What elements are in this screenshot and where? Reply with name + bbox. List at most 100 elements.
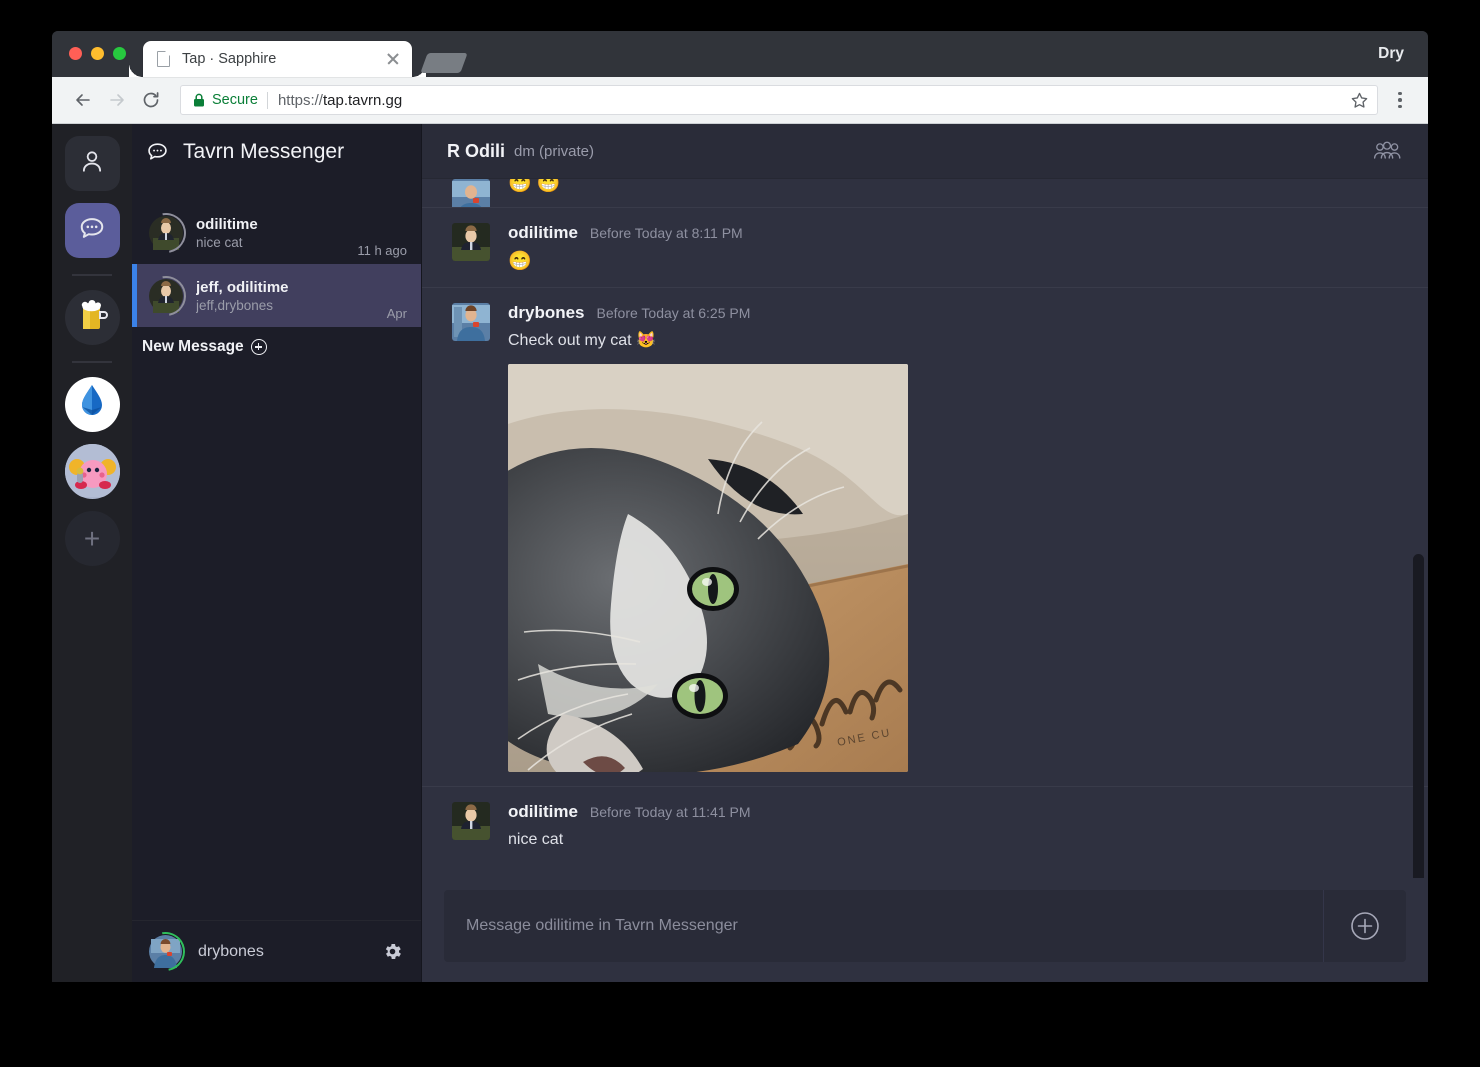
message-timestamp: Before Today at 8:11 PM [589,225,743,241]
three-dot-menu-icon[interactable] [1386,91,1414,109]
message-scrollbar[interactable] [1413,554,1424,878]
message-author[interactable]: drybones [508,303,585,323]
message-timestamp: Before Today at 11:41 PM [589,803,751,820]
maximize-window-button[interactable] [113,47,126,60]
rail-divider [72,361,112,363]
people-group-icon[interactable] [1372,140,1402,162]
message-item: drybones Before Today at 6:25 PM Check o… [422,287,1428,786]
current-user-name: drybones [198,942,264,960]
minimize-window-button[interactable] [91,47,104,60]
chat-bubble-icon [78,214,106,247]
chat-subtitle: dm (private) [514,142,595,160]
avatar [452,223,490,261]
message-header: drybones Before Today at 6:25 PM [508,303,1398,323]
server-rail: + [52,124,132,982]
list-item[interactable]: jeff, odilitime jeff,drybones Apr [132,264,421,327]
message-emoji: 😁 [508,251,532,272]
url-host: tap.tavrn.gg [322,91,403,109]
sidebar-item-kirby-server[interactable] [64,444,120,499]
message-input-placeholder: Message odilitime in Tavrn Messenger [466,917,738,934]
browser-tab[interactable]: Tap · Sapphire [143,41,426,77]
omnibox-divider [266,91,268,109]
conversation-name: odilitime [196,215,258,233]
conversation-timestamp: 11 h ago [357,243,407,258]
message-author[interactable]: odilitime [508,223,578,243]
page-title: R Odili [447,140,505,161]
browser-titlebar: Tap · Sapphire Dry [52,31,1428,77]
status-ring [138,204,194,261]
message-text: nice cat [508,830,564,848]
list-item[interactable]: odilitime nice cat 11 h ago [132,201,421,264]
beer-mug-icon [72,295,112,340]
avatar [452,303,490,341]
conversation-preview: jeff,drybones [196,297,274,313]
message-header: odilitime Before Today at 8:11 PM [508,223,1398,243]
close-icon[interactable] [384,50,402,68]
message-emoji: 😁 😁 [508,179,561,194]
new-message-label: New Message [142,338,244,355]
avatar[interactable] [138,924,193,979]
message-list[interactable]: 😁 😁 odilitime Before Today at 8:11 PM 😁 … [422,179,1428,878]
plus-circle-icon [250,339,267,355]
gear-icon[interactable] [382,941,403,962]
message-item: odilitime Before Today at 11:41 PM nice … [422,785,1428,865]
message-body: odilitime Before Today at 11:41 PM nice … [508,802,1398,851]
page-icon [157,51,170,67]
avatar [452,179,490,207]
chat-panel: R Odili dm (private) 😁 😁 odilitime Befor… [422,124,1428,982]
message-item: 😁 😁 [422,179,1428,207]
reload-icon[interactable] [134,83,168,117]
message-body: drybones Before Today at 6:25 PM Check o… [508,303,1398,772]
new-message-button[interactable]: New Message [132,327,421,367]
kirby-avatar-icon [64,444,120,499]
chat-bubble-icon [146,140,169,163]
forward-arrow-icon [100,83,134,117]
chat-header: R Odili dm (private) [422,124,1428,179]
message-body: odilitime Before Today at 8:11 PM 😁 [508,223,1398,273]
add-server-button[interactable]: + [64,511,120,566]
list-item-text: odilitime nice cat [196,216,344,250]
message-input[interactable]: Message odilitime in Tavrn Messenger [444,890,1406,962]
avatar [452,801,490,840]
browser-toolbar: Secure https://tap.tavrn.gg [52,77,1428,124]
sidebar-item-tavrn-server[interactable] [64,290,120,345]
sidebar-item-profile[interactable] [64,136,120,191]
conversation-list[interactable]: odilitime nice cat 11 h ago jeff, odilit… [132,179,421,920]
address-bar[interactable]: Secure https://tap.tavrn.gg [180,85,1378,115]
message-timestamp: Before Today at 6:25 PM [596,305,751,321]
composer-area: Message odilitime in Tavrn Messenger [422,878,1428,982]
message-body: 😁 😁 [508,179,1398,194]
message-header: odilitime Before Today at 11:41 PM [508,802,1398,822]
avatar [138,204,194,261]
url-text: https://tap.tavrn.gg [278,92,402,109]
avatar [138,267,194,324]
star-icon[interactable] [1350,91,1369,110]
secure-label: Secure [212,92,258,108]
current-user-bar: drybones [132,920,421,982]
conversation-timestamp: Apr [386,306,407,321]
browser-profile-name[interactable]: Dry [1378,45,1404,63]
conversation-sidebar: Tavrn Messenger odilitime nice cat 11 h … [132,124,422,982]
conversation-preview: nice cat [196,234,243,250]
close-window-button[interactable] [69,47,82,60]
tab-title: Tap · Sapphire [182,51,277,67]
cat-photo[interactable]: ONE CU [508,363,908,772]
new-tab-button[interactable] [420,53,468,73]
app-root: + Tavrn Messenger odilitime nice cat 11 … [52,124,1428,982]
window-traffic-lights [69,47,126,60]
browser-window: Tap · Sapphire Dry Secure https://tap.ta… [52,31,1428,982]
status-ring [138,267,194,324]
sidebar-item-sapphire-server[interactable] [64,377,120,432]
message-text: Check out my cat 😻 [508,332,656,349]
list-item-text: jeff, odilitime jeff,drybones [196,279,374,313]
back-arrow-icon[interactable] [66,83,100,117]
plus-circle-icon[interactable] [1324,911,1406,941]
lock-icon [193,93,205,107]
url-scheme: https:// [277,91,323,109]
rail-divider [72,274,112,276]
sidebar-header: Tavrn Messenger [132,124,421,179]
sidebar-item-messenger[interactable] [64,203,120,258]
message-author[interactable]: odilitime [508,802,578,822]
online-status-ring [138,924,193,979]
person-icon [79,148,105,179]
